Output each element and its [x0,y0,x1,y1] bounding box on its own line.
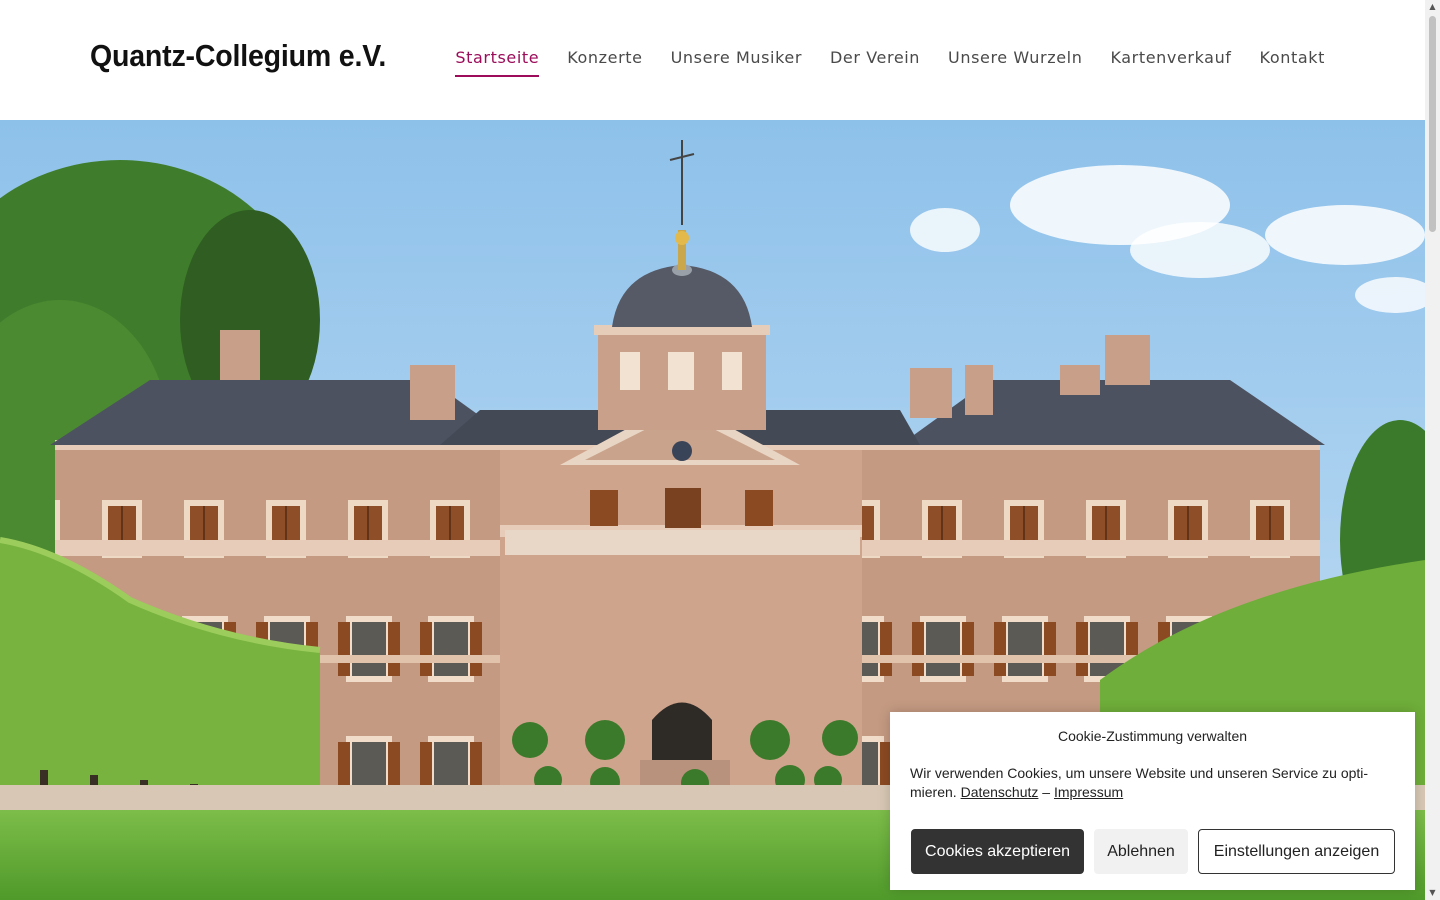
cookie-text: Wir verwenden Cookies, um unsere Website… [910,764,1395,802]
scroll-thumb[interactable] [1429,16,1436,232]
cookie-title: Cookie-Zustimmung verwalten [1057,728,1248,744]
privacy-link[interactable]: Datenschutz [961,784,1039,800]
link-separator: – [1042,784,1051,800]
cookie-buttons: Cookies akzeptieren Ablehnen Einstellung… [911,829,1395,874]
nav-item-konzerte[interactable]: Konzerte [567,48,642,77]
main-nav: Startseite Konzerte Unsere Musiker Der V… [455,48,1325,77]
nav-item-startseite[interactable]: Startseite [455,48,540,77]
site-logo[interactable]: Quantz-Collegium e.V. [90,38,386,74]
deny-cookies-button[interactable]: Ablehnen [1094,829,1188,874]
nav-item-kartenverkauf[interactable]: Kartenverkauf [1110,48,1231,77]
scroll-up-icon[interactable]: ▲ [1425,0,1440,14]
site-header: Quantz-Collegium e.V. Startseite Konzert… [0,0,1425,120]
cookie-consent-banner: Cookie-Zustimmung verwalten Wir verwende… [890,712,1415,890]
page-scrollbar[interactable]: ▲ ▼ [1425,0,1440,900]
accept-cookies-button[interactable]: Cookies akzeptieren [911,829,1084,874]
nav-item-unsere-wurzeln[interactable]: Unsere Wurzeln [948,48,1082,77]
scroll-down-icon[interactable]: ▼ [1425,886,1440,900]
imprint-link[interactable]: Impressum [1054,784,1123,800]
nav-item-der-verein[interactable]: Der Verein [830,48,920,77]
cookie-settings-button[interactable]: Einstellungen anzeigen [1198,829,1395,874]
nav-item-kontakt[interactable]: Kontakt [1260,48,1325,77]
nav-item-unsere-musiker[interactable]: Unsere Musiker [671,48,802,77]
